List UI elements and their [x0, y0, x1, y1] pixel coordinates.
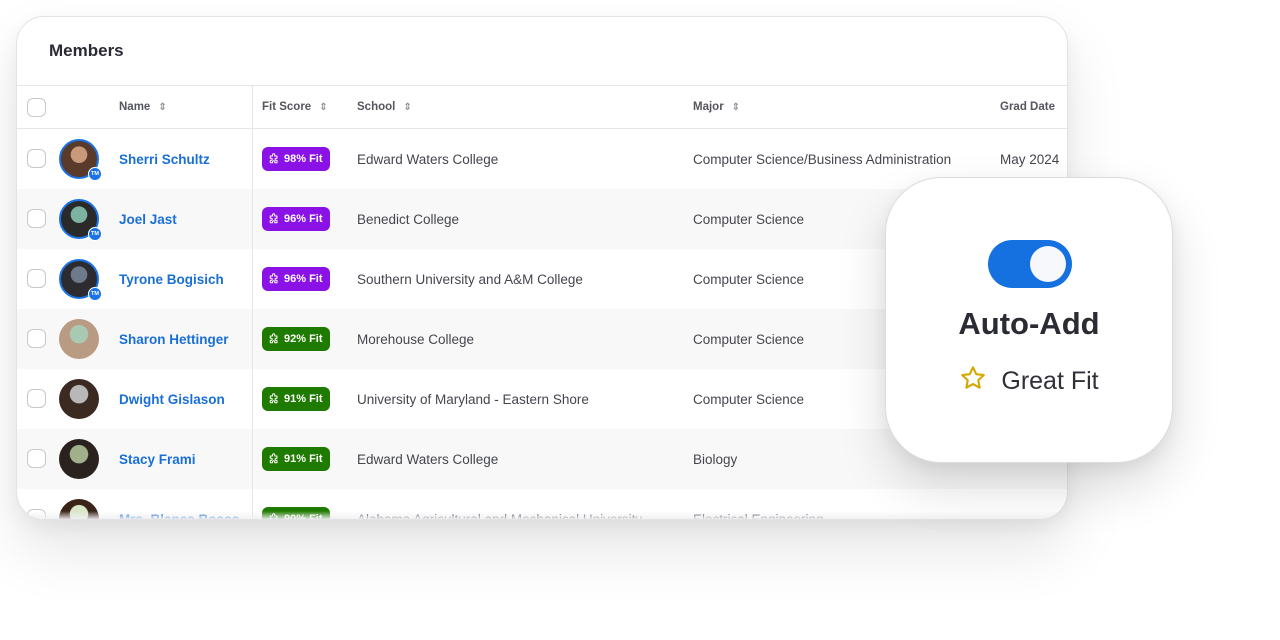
- column-header-name[interactable]: Name ⇕: [119, 86, 167, 128]
- major-cell: Computer Science: [693, 331, 805, 347]
- fit-score-text: 96% Fit: [284, 273, 323, 285]
- table-header: Name ⇕ Fit Score ⇕ School ⇕ Major ⇕ Grad…: [17, 85, 1067, 129]
- fit-score-badge: 92% Fit: [262, 327, 330, 351]
- row-checkbox[interactable]: [27, 149, 46, 168]
- fit-score-text: 91% Fit: [284, 453, 323, 465]
- sort-icon[interactable]: ⇕: [158, 102, 166, 113]
- avatar[interactable]: [59, 439, 99, 479]
- avatar-photo: [59, 319, 99, 359]
- avatar[interactable]: [59, 319, 99, 359]
- puzzle-icon: [268, 273, 280, 285]
- star-icon: [959, 364, 987, 399]
- major-cell: Computer Science: [693, 211, 805, 227]
- great-fit-label: Great Fit: [886, 364, 1172, 399]
- avatar[interactable]: TM: [59, 139, 102, 181]
- auto-add-card: Auto-Add Great Fit: [885, 177, 1173, 463]
- fit-score-text: 91% Fit: [284, 393, 323, 405]
- puzzle-icon: [268, 393, 280, 405]
- card-title: Members: [49, 41, 124, 60]
- member-name-link[interactable]: Tyrone Bogisich: [119, 249, 224, 309]
- member-name-link[interactable]: Stacy Frami: [119, 429, 196, 489]
- major-cell: Biology: [693, 451, 738, 467]
- school-cell: University of Maryland - Eastern Shore: [357, 391, 589, 407]
- member-name-link[interactable]: Joel Jast: [119, 189, 177, 249]
- fit-score-text: 96% Fit: [284, 213, 323, 225]
- puzzle-icon: [268, 213, 280, 225]
- auto-add-title: Auto-Add: [958, 306, 1100, 341]
- sort-icon[interactable]: ⇕: [732, 102, 740, 113]
- table-row[interactable]: TM Sherri Schultz 98% Fit Edward Waters …: [17, 129, 1067, 189]
- major-cell: Computer Science: [693, 391, 805, 407]
- auto-add-toggle[interactable]: [988, 240, 1072, 288]
- column-divider: [252, 85, 253, 519]
- avatar-photo: [59, 379, 99, 419]
- major-cell: Computer Science: [693, 271, 805, 287]
- tm-badge-icon: TM: [88, 167, 102, 181]
- avatar-photo: [59, 439, 99, 479]
- column-label: Name: [119, 101, 151, 113]
- select-all-checkbox[interactable]: [27, 98, 46, 117]
- fit-score-badge: 91% Fit: [262, 387, 330, 411]
- row-checkbox[interactable]: [27, 269, 46, 288]
- row-checkbox[interactable]: [27, 389, 46, 408]
- sort-icon[interactable]: ⇕: [319, 102, 327, 113]
- puzzle-icon: [268, 153, 280, 165]
- great-fit-text: Great Fit: [1001, 367, 1099, 395]
- column-label: Major: [693, 101, 724, 113]
- member-name-link[interactable]: Dwight Gislason: [119, 369, 225, 429]
- column-label: School: [357, 101, 396, 113]
- row-checkbox[interactable]: [27, 449, 46, 468]
- major-cell: Computer Science/Business Administration: [693, 151, 952, 167]
- school-cell: Edward Waters College: [357, 151, 499, 167]
- column-header-school[interactable]: School ⇕: [357, 86, 412, 128]
- fit-score-badge: 98% Fit: [262, 147, 330, 171]
- puzzle-icon: [268, 453, 280, 465]
- row-checkbox[interactable]: [27, 209, 46, 228]
- member-name-link[interactable]: Sharon Hettinger: [119, 309, 229, 369]
- row-checkbox[interactable]: [27, 329, 46, 348]
- fit-score-text: 98% Fit: [284, 153, 323, 165]
- puzzle-icon: [268, 333, 280, 345]
- school-cell: Southern University and A&M College: [357, 271, 583, 287]
- sort-icon[interactable]: ⇕: [403, 102, 411, 113]
- school-cell: Edward Waters College: [357, 451, 499, 467]
- column-header-fit-score[interactable]: Fit Score ⇕: [262, 86, 328, 128]
- column-header-major[interactable]: Major ⇕: [693, 86, 740, 128]
- school-cell: Morehouse College: [357, 331, 475, 347]
- fit-score-badge: 96% Fit: [262, 207, 330, 231]
- avatar[interactable]: [59, 379, 99, 419]
- tm-badge-icon: TM: [88, 287, 102, 301]
- avatar[interactable]: TM: [59, 259, 102, 301]
- column-label: Fit Score: [262, 101, 312, 113]
- avatar[interactable]: TM: [59, 199, 102, 241]
- toggle-knob: [1030, 246, 1066, 282]
- scroll-fade: [17, 511, 1067, 519]
- fit-score-text: 92% Fit: [284, 333, 323, 345]
- member-name-link[interactable]: Sherri Schultz: [119, 129, 210, 189]
- column-label: Grad Date: [1000, 101, 1055, 113]
- column-header-grad-date[interactable]: Grad Date: [1000, 86, 1055, 128]
- tm-badge-icon: TM: [88, 227, 102, 241]
- fit-score-badge: 96% Fit: [262, 267, 330, 291]
- fit-score-badge: 91% Fit: [262, 447, 330, 471]
- school-cell: Benedict College: [357, 211, 460, 227]
